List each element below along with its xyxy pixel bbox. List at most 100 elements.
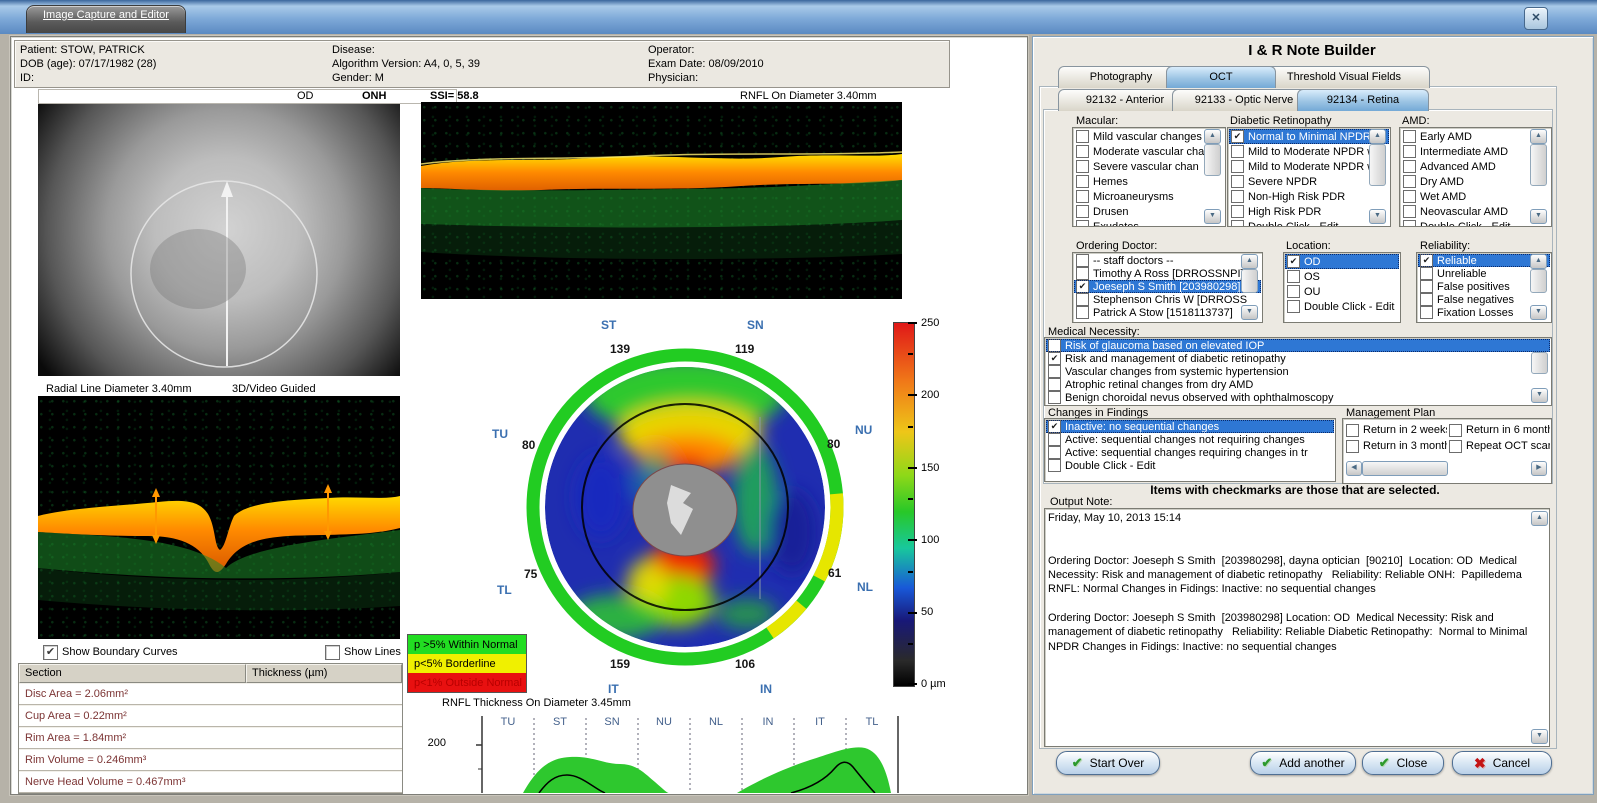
item-checkbox[interactable] bbox=[1231, 220, 1244, 226]
close-button[interactable]: ✕ bbox=[1524, 7, 1548, 30]
item-checkbox[interactable] bbox=[1403, 145, 1416, 158]
item-checkbox[interactable] bbox=[1076, 293, 1089, 306]
item-checkbox[interactable] bbox=[1048, 365, 1061, 378]
start-over-button[interactable]: ✔ Start Over bbox=[1056, 751, 1160, 775]
item-checkbox[interactable] bbox=[1076, 160, 1089, 173]
cancel-button[interactable]: ✖ Cancel bbox=[1452, 751, 1552, 775]
tab-oct[interactable]: OCT bbox=[1166, 66, 1276, 88]
item-checkbox[interactable] bbox=[1076, 205, 1089, 218]
list-item[interactable]: Advanced AMD bbox=[1401, 159, 1550, 174]
list-item[interactable]: OU bbox=[1285, 284, 1399, 299]
item-checkbox[interactable] bbox=[1076, 254, 1089, 267]
list-item[interactable]: Vascular changes from systemic hypertens… bbox=[1046, 365, 1550, 378]
list-item[interactable]: Moderate vascular cha bbox=[1074, 144, 1224, 159]
item-checkbox[interactable] bbox=[1420, 267, 1433, 280]
item-checkbox[interactable] bbox=[1420, 306, 1433, 319]
list-item[interactable]: Cup Area = 0.22mm² bbox=[19, 705, 402, 727]
list-item[interactable]: Double Click - Edit bbox=[1285, 299, 1399, 314]
list-item[interactable]: Early AMD bbox=[1401, 129, 1550, 144]
list-item[interactable]: ✔ Normal to Minimal NPDR bbox=[1229, 129, 1389, 144]
scroll-thumb[interactable] bbox=[1531, 352, 1548, 374]
list-item[interactable]: Exudates bbox=[1074, 219, 1224, 226]
list-item[interactable]: ✔ Joeseph S Smith [203980298] bbox=[1074, 280, 1261, 293]
scroll-up-button[interactable]: ▲ bbox=[1530, 254, 1547, 269]
show-lines-checkbox[interactable] bbox=[325, 645, 340, 660]
item-checkbox[interactable] bbox=[1420, 280, 1433, 293]
item-checkbox[interactable] bbox=[1231, 160, 1244, 173]
list-item[interactable]: ✔ OD bbox=[1285, 254, 1399, 269]
macular-listbox[interactable]: Mild vascular changes Moderate vascular c… bbox=[1072, 127, 1226, 227]
item-checkbox[interactable] bbox=[1449, 439, 1462, 453]
item-checkbox[interactable]: ✔ bbox=[1048, 420, 1061, 433]
item-checkbox[interactable] bbox=[1403, 205, 1416, 218]
scroll-down-button[interactable]: ▼ bbox=[1530, 305, 1547, 320]
list-item[interactable]: Active: sequential changes requiring cha… bbox=[1046, 446, 1334, 459]
hscroll-thumb[interactable] bbox=[1362, 461, 1448, 476]
scroll-down-button[interactable]: ▼ bbox=[1531, 388, 1548, 403]
item-checkbox[interactable] bbox=[1048, 433, 1061, 446]
subtab-92134-retina[interactable]: 92134 - Retina bbox=[1297, 89, 1429, 111]
scroll-right-button[interactable]: ▶ bbox=[1531, 461, 1547, 476]
list-item[interactable]: Return in 2 weeks bbox=[1344, 422, 1447, 438]
item-checkbox[interactable] bbox=[1287, 300, 1300, 313]
list-item[interactable]: Active: sequential changes not requiring… bbox=[1046, 433, 1334, 446]
list-item[interactable]: Rim Volume = 0.246mm³ bbox=[19, 749, 402, 771]
scroll-down-button[interactable]: ▼ bbox=[1369, 209, 1386, 224]
scroll-down-button[interactable]: ▼ bbox=[1204, 209, 1221, 224]
list-item[interactable]: False negatives bbox=[1418, 293, 1550, 306]
scroll-up-button[interactable]: ▲ bbox=[1369, 129, 1386, 144]
item-checkbox[interactable] bbox=[1346, 439, 1359, 453]
scroll-up-button[interactable]: ▲ bbox=[1204, 129, 1221, 144]
list-item[interactable]: ✔ Inactive: no sequential changes bbox=[1046, 420, 1334, 433]
changes-in-findings-listbox[interactable]: ✔ Inactive: no sequential changes Active: … bbox=[1044, 418, 1336, 482]
item-checkbox[interactable] bbox=[1231, 190, 1244, 203]
item-checkbox[interactable] bbox=[1287, 285, 1300, 298]
add-another-button[interactable]: ✔ Add another bbox=[1250, 751, 1356, 775]
item-checkbox[interactable] bbox=[1048, 339, 1061, 352]
scroll-thumb[interactable] bbox=[1530, 144, 1547, 186]
item-checkbox[interactable] bbox=[1076, 175, 1089, 188]
list-item[interactable]: Benign choroidal nevus observed with oph… bbox=[1046, 391, 1550, 404]
item-checkbox[interactable] bbox=[1076, 145, 1089, 158]
item-checkbox[interactable] bbox=[1449, 423, 1462, 437]
item-checkbox[interactable] bbox=[1403, 160, 1416, 173]
list-item[interactable]: Drusen bbox=[1074, 204, 1224, 219]
item-checkbox[interactable] bbox=[1287, 270, 1300, 283]
scroll-down-button[interactable]: ▼ bbox=[1530, 209, 1547, 224]
list-item[interactable]: Double Click - Edit bbox=[1401, 219, 1550, 226]
window-title-tab[interactable]: Image Capture and Editor bbox=[26, 5, 186, 33]
item-checkbox[interactable] bbox=[1076, 190, 1089, 203]
list-item[interactable]: Dry AMD bbox=[1401, 174, 1550, 189]
item-checkbox[interactable] bbox=[1076, 306, 1089, 319]
scroll-down-button[interactable]: ▼ bbox=[1531, 729, 1548, 744]
subtab-92133-optic-nerve[interactable]: 92133 - Optic Nerve bbox=[1172, 89, 1316, 111]
item-checkbox[interactable] bbox=[1420, 293, 1433, 306]
list-item[interactable]: Non-High Risk PDR bbox=[1229, 189, 1389, 204]
item-checkbox[interactable] bbox=[1403, 190, 1416, 203]
list-item[interactable]: Timothy A Ross [DRROSSNPI] bbox=[1074, 267, 1261, 280]
list-item[interactable]: ✔ Risk and management of diabetic retinop… bbox=[1046, 352, 1550, 365]
list-item[interactable]: Return in 3 months bbox=[1344, 438, 1447, 454]
medical-necessity-listbox[interactable]: Risk of glaucoma based on elevated IOP ✔ R… bbox=[1044, 337, 1552, 406]
item-checkbox[interactable] bbox=[1048, 391, 1061, 404]
list-item[interactable]: Severe vascular chan bbox=[1074, 159, 1224, 174]
list-item[interactable]: Return in 6 months bbox=[1447, 422, 1550, 438]
ordering-doctor-listbox[interactable]: -- staff doctors -- Timothy A Ross [DRROS… bbox=[1072, 252, 1263, 323]
scroll-thumb[interactable] bbox=[1369, 144, 1386, 186]
list-item[interactable]: Rim Area = 1.84mm² bbox=[19, 727, 402, 749]
list-item[interactable]: Patrick A Stow [1518113737] bbox=[1074, 306, 1261, 319]
item-checkbox[interactable] bbox=[1231, 175, 1244, 188]
scroll-left-button[interactable]: ◀ bbox=[1346, 461, 1362, 476]
scroll-down-button[interactable]: ▼ bbox=[1241, 305, 1258, 320]
list-item[interactable]: Disc Area = 2.06mm² bbox=[19, 683, 402, 705]
item-checkbox[interactable] bbox=[1346, 423, 1359, 437]
list-item[interactable]: -- staff doctors -- bbox=[1074, 254, 1261, 267]
list-item[interactable]: High Risk PDR bbox=[1229, 204, 1389, 219]
list-item[interactable]: Nerve Head Volume = 0.467mm³ bbox=[19, 771, 402, 793]
list-item[interactable]: Microaneurysms bbox=[1074, 189, 1224, 204]
list-item[interactable]: Stephenson Chris W [DRROSS bbox=[1074, 293, 1261, 306]
list-item[interactable]: Hemes bbox=[1074, 174, 1224, 189]
item-checkbox[interactable] bbox=[1048, 446, 1061, 459]
item-checkbox[interactable]: ✔ bbox=[1076, 280, 1089, 293]
item-checkbox[interactable] bbox=[1076, 130, 1089, 143]
